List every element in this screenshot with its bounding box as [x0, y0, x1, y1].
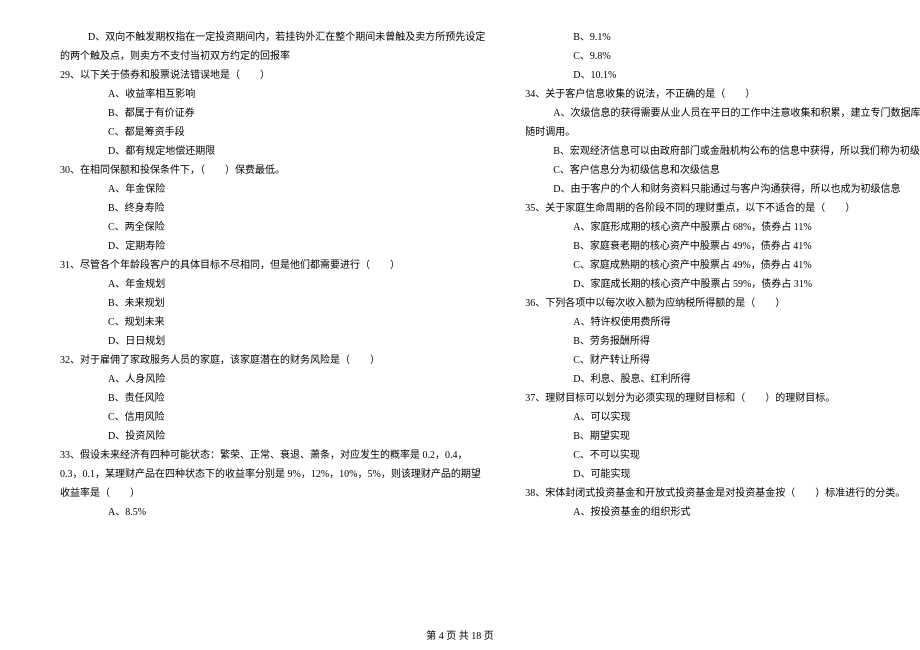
right_column-line: A、可以实现: [515, 408, 920, 427]
right_column-line: C、客户信息分为初级信息和次级信息: [515, 161, 920, 180]
left_column-line: B、未来规划: [50, 294, 485, 313]
right_column-line: 38、宋体封闭式投资基金和开放式投资基金是对投资基金按（ ）标准进行的分类。: [515, 484, 920, 503]
right_column-line: B、劳务报酬所得: [515, 332, 920, 351]
right_column-line: 37、理财目标可以划分为必须实现的理财目标和（ ）的理财目标。: [515, 389, 920, 408]
right_column-line: D、家庭成长期的核心资产中股票占 59%，债券占 31%: [515, 275, 920, 294]
left_column-line: 32、对于雇佣了家政服务人员的家庭，该家庭潜在的财务风险是（ ）: [50, 351, 485, 370]
right_column-line: C、财产转让所得: [515, 351, 920, 370]
right_column-line: D、可能实现: [515, 465, 920, 484]
page-footer: 第 4 页 共 18 页: [0, 627, 920, 642]
left_column-line: D、双向不触发期权指在一定投资期间内，若挂钩外汇在整个期间未曾触及卖方所预先设定: [50, 28, 485, 47]
right_column-line: A、特许权使用费所得: [515, 313, 920, 332]
left_column-line: D、投资风险: [50, 427, 485, 446]
right_column-line: C、9.8%: [515, 47, 920, 66]
left_column-line: C、信用风险: [50, 408, 485, 427]
left_column-line: C、都是筹资手段: [50, 123, 485, 142]
left_column-line: 33、假设未来经济有四种可能状态：繁荣、正常、衰退、萧条，对应发生的概率是 0.…: [50, 446, 485, 465]
page-content: D、双向不触发期权指在一定投资期间内，若挂钩外汇在整个期间未曾触及卖方所预先设定…: [0, 0, 920, 522]
left_column-line: 29、以下关于债券和股票说法错误地是（ ）: [50, 66, 485, 85]
right_column-line: C、不可以实现: [515, 446, 920, 465]
left_column-line: C、规划未来: [50, 313, 485, 332]
left_column-line: B、责任风险: [50, 389, 485, 408]
right_column-line: B、期望实现: [515, 427, 920, 446]
left_column-line: D、定期寿险: [50, 237, 485, 256]
left_column-line: D、都有规定地偿还期限: [50, 142, 485, 161]
right_column-line: B、家庭衰老期的核心资产中股票占 49%，债券占 41%: [515, 237, 920, 256]
left_column-line: 收益率是（ ）: [50, 484, 485, 503]
right_column-line: B、宏观经济信息可以由政府部门或金融机构公布的信息中获得，所以我们称为初级信息: [515, 142, 920, 161]
right-column: B、9.1%C、9.8%D、10.1%34、关于客户信息收集的说法，不正确的是（…: [515, 28, 920, 522]
left_column-line: 0.3，0.1，某理财产品在四种状态下的收益率分别是 9%，12%，10%，5%…: [50, 465, 485, 484]
left_column-line: 30、在相同保额和投保条件下，（ ）保费最低。: [50, 161, 485, 180]
left_column-line: 31、尽管各个年龄段客户的具体目标不尽相同，但是他们都需要进行（ ）: [50, 256, 485, 275]
right_column-line: 35、关于家庭生命周期的各阶段不同的理财重点，以下不适合的是（ ）: [515, 199, 920, 218]
right_column-line: D、利息、股息、红利所得: [515, 370, 920, 389]
right_column-line: 36、下列各项中以每次收入额为应纳税所得额的是（ ）: [515, 294, 920, 313]
left_column-line: A、8.5%: [50, 503, 485, 522]
left_column-line: B、终身寿险: [50, 199, 485, 218]
left_column-line: A、年金规划: [50, 275, 485, 294]
left_column-line: A、人身风险: [50, 370, 485, 389]
right_column-line: C、家庭成熟期的核心资产中股票占 49%，债券占 41%: [515, 256, 920, 275]
right_column-line: 随时调用。: [515, 123, 920, 142]
right_column-line: A、家庭形成期的核心资产中股票占 68%，债券占 11%: [515, 218, 920, 237]
left_column-line: A、收益率相互影响: [50, 85, 485, 104]
left_column-line: 的两个触及点，则卖方不支付当初双方约定的回报率: [50, 47, 485, 66]
right_column-line: A、次级信息的获得需要从业人员在平日的工作中注意收集和积累，建立专门数据库，以便: [515, 104, 920, 123]
right_column-line: A、按投资基金的组织形式: [515, 503, 920, 522]
left_column-line: B、都属于有价证券: [50, 104, 485, 123]
left-column: D、双向不触发期权指在一定投资期间内，若挂钩外汇在整个期间未曾触及卖方所预先设定…: [50, 28, 485, 522]
left_column-line: C、两全保险: [50, 218, 485, 237]
right_column-line: 34、关于客户信息收集的说法，不正确的是（ ）: [515, 85, 920, 104]
left_column-line: D、日日规划: [50, 332, 485, 351]
right_column-line: B、9.1%: [515, 28, 920, 47]
right_column-line: D、10.1%: [515, 66, 920, 85]
left_column-line: A、年金保险: [50, 180, 485, 199]
right_column-line: D、由于客户的个人和财务资料只能通过与客户沟通获得，所以也成为初级信息: [515, 180, 920, 199]
